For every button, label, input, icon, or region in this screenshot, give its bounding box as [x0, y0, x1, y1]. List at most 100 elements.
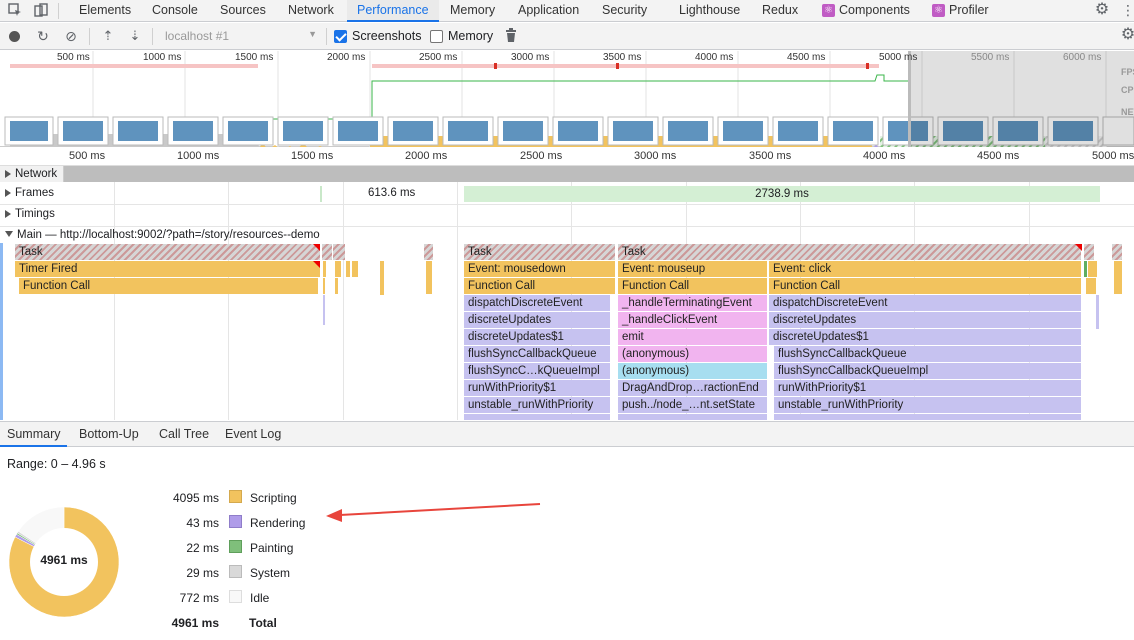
flame-task[interactable]: Task [618, 244, 1081, 260]
rendering-swatch [229, 515, 242, 528]
tab-profiler[interactable]: Profiler [949, 0, 989, 22]
flame-entry[interactable]: discreteUpdates$1 [769, 329, 1081, 345]
main-flamechart[interactable]: Task Timer Fired Function Call Task Even… [0, 243, 1134, 420]
overview-tick: 3500 ms [603, 52, 642, 63]
flame-entry[interactable]: DragAndDrop…ractionEnd [618, 380, 767, 396]
tab-redux[interactable]: Redux [762, 0, 798, 22]
tab-components[interactable]: Components [839, 0, 910, 22]
flame-entry[interactable] [618, 414, 767, 420]
network-track[interactable]: Network [0, 166, 1134, 182]
timings-track-label: Timings [15, 208, 55, 220]
frames-track[interactable]: Frames 613.6 ms 2738.9 ms [0, 183, 1134, 205]
tab-sources[interactable]: Sources [220, 0, 266, 22]
main-track-header[interactable]: Main — http://localhost:9002/?path=/stor… [0, 228, 1134, 243]
flame-entry[interactable]: flushSyncCallbackQueue [774, 346, 1081, 362]
save-profile-icon[interactable]: ⇣ [127, 28, 143, 44]
donut-total: 4961 ms [40, 553, 88, 567]
record-icon[interactable] [9, 31, 20, 42]
tab-performance[interactable]: Performance [347, 0, 439, 22]
summary-label: Rendering [250, 516, 306, 530]
network-track-toggle[interactable]: Network [0, 166, 65, 182]
flame-entry[interactable]: (anonymous) [618, 346, 767, 362]
inspect-element-icon[interactable] [7, 3, 23, 19]
overview-tick: 2000 ms [327, 52, 366, 63]
settings-gear-icon[interactable]: ⚙ [1094, 2, 1110, 18]
profile-select[interactable]: localhost #1 ▼ [160, 27, 320, 46]
overview-tick: 5000 ms [879, 52, 918, 63]
collapse-arrow-icon [5, 231, 13, 237]
frame-marker[interactable] [320, 186, 322, 202]
flame-function-call[interactable]: Function Call [464, 278, 615, 294]
overview-tick: 4500 ms [787, 52, 826, 63]
tab-lighthouse[interactable]: Lighthouse [679, 0, 740, 22]
painting-swatch [229, 540, 242, 553]
tab-summary[interactable]: Summary [0, 422, 68, 447]
tab-network[interactable]: Network [288, 0, 334, 22]
screenshots-checkbox[interactable] [334, 30, 347, 43]
flame-event-mouseup[interactable]: Event: mouseup [618, 261, 767, 277]
clear-icon[interactable]: ⊘ [63, 28, 79, 44]
flame-entry[interactable]: _handleTerminatingEvent [618, 295, 767, 311]
reload-record-icon[interactable]: ↻ [35, 28, 51, 44]
overview-tick: 1000 ms [143, 52, 182, 63]
tab-memory[interactable]: Memory [450, 0, 495, 22]
flame-entry[interactable] [464, 414, 610, 420]
react-components-icon: ⚛ [822, 4, 835, 17]
flame-entry[interactable]: discreteUpdates$1 [464, 329, 610, 345]
ruler-tick: 3000 ms [634, 150, 677, 162]
overview-tick: 3000 ms [511, 52, 550, 63]
more-options-icon[interactable]: ⋮ [1120, 2, 1134, 18]
timeline-overview[interactable]: 500 ms 1000 ms 1500 ms 2000 ms 2500 ms 3… [0, 51, 1134, 147]
flame-entry[interactable]: flushSyncC…kQueueImpl [464, 363, 610, 379]
flame-entry[interactable]: unstable_runWithPriority [464, 397, 610, 413]
flame-entry[interactable]: (anonymous) [618, 363, 767, 379]
flame-entry[interactable]: dispatchDiscreteEvent [464, 295, 610, 311]
flame-task[interactable]: Task [15, 244, 320, 260]
flame-entry[interactable]: _handleClickEvent [618, 312, 767, 328]
tab-application[interactable]: Application [518, 0, 579, 22]
capture-settings-gear-icon[interactable]: ⚙ [1120, 27, 1134, 43]
flame-entry[interactable]: discreteUpdates [769, 312, 1081, 328]
flame-entry[interactable]: push../node_…nt.setState [618, 397, 767, 413]
scripting-swatch [229, 490, 242, 503]
flame-entry[interactable]: dispatchDiscreteEvent [769, 295, 1081, 311]
collect-garbage-icon[interactable] [503, 28, 519, 44]
flame-entry[interactable]: flushSyncCallbackQueueImpl [774, 363, 1081, 379]
flame-event-mousedown[interactable]: Event: mousedown [464, 261, 615, 277]
flame-entry[interactable]: discreteUpdates [464, 312, 610, 328]
tab-elements[interactable]: Elements [79, 0, 131, 22]
flame-entry[interactable]: runWithPriority$1 [464, 380, 610, 396]
flame-task[interactable]: Task [464, 244, 615, 260]
flame-entry[interactable]: runWithPriority$1 [774, 380, 1081, 396]
tab-event-log[interactable]: Event Log [225, 422, 281, 447]
tab-console[interactable]: Console [152, 0, 198, 22]
flame-entry[interactable]: emit [618, 329, 767, 345]
load-profile-icon[interactable]: ⇡ [100, 28, 116, 44]
frame-duration[interactable]: 613.6 ms [368, 183, 415, 204]
frame-bar[interactable]: 2738.9 ms [464, 186, 1100, 202]
summary-value: 43 ms [186, 516, 219, 530]
tab-call-tree[interactable]: Call Tree [159, 422, 209, 447]
frames-track-label: Frames [15, 187, 54, 199]
cpu-lane-label: CPU [1121, 85, 1134, 95]
flame-entry[interactable] [774, 414, 1081, 420]
flame-timer-fired[interactable]: Timer Fired [15, 261, 320, 277]
flame-function-call[interactable]: Function Call [769, 278, 1081, 294]
ruler-tick: 4500 ms [977, 150, 1020, 162]
overview-tick: 1500 ms [235, 52, 274, 63]
flame-function-call[interactable]: Function Call [19, 278, 318, 294]
timings-track[interactable]: Timings [0, 206, 1134, 227]
overview-graph [4, 51, 1134, 147]
flame-entry[interactable]: flushSyncCallbackQueue [464, 346, 610, 362]
flame-entry[interactable]: unstable_runWithPriority [774, 397, 1081, 413]
flame-event-click[interactable]: Event: click [769, 261, 1081, 277]
tab-bottom-up[interactable]: Bottom-Up [79, 422, 139, 447]
device-toolbar-icon[interactable] [33, 3, 49, 19]
ruler-tick: 1500 ms [291, 150, 334, 162]
tab-security[interactable]: Security [602, 0, 647, 22]
memory-checkbox[interactable] [430, 30, 443, 43]
performance-toolbar: ↻ ⊘ ⇡ ⇣ localhost #1 ▼ Screenshots Memor… [0, 23, 1134, 50]
chevron-down-icon: ▼ [308, 29, 317, 39]
flame-function-call[interactable]: Function Call [618, 278, 767, 294]
main-track-label: Main — http://localhost:9002/?path=/stor… [17, 229, 320, 241]
